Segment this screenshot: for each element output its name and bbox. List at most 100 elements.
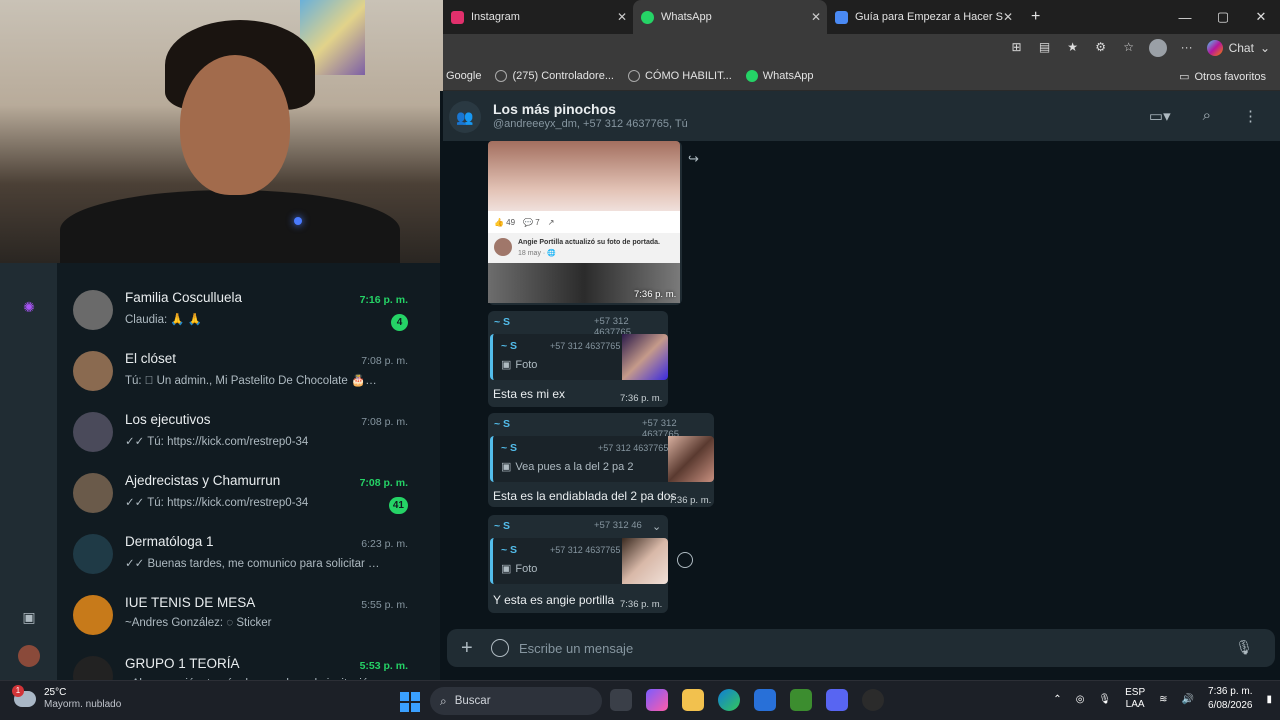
bookmark-whatsapp[interactable]: WhatsApp	[745, 70, 814, 82]
sender-phone: +57 312 46	[594, 520, 642, 531]
reply-message[interactable]: ~ S +57 312 4637765 ~ S +57 312 4637765 …	[488, 413, 714, 507]
tab-guide[interactable]: Guía para Empezar a Hacer Stream ✕	[827, 0, 1019, 34]
message-text: Esta es mi ex	[493, 387, 566, 401]
cloud-icon: 1	[12, 685, 36, 707]
bookmark-label: Google	[446, 70, 482, 82]
new-tab-button[interactable]: +	[1023, 0, 1053, 34]
chat-list-item[interactable]: GRUPO 1 TEORÍA5:53 p. m.~Alex se unió a …	[57, 646, 440, 680]
file-explorer-icon[interactable]	[682, 689, 704, 711]
store-icon[interactable]	[754, 689, 776, 711]
chat-name: IUE TENIS DE MESA	[125, 595, 256, 610]
language-indicator[interactable]: ESP LAA	[1125, 687, 1145, 711]
sender-name: ~ S	[494, 418, 511, 430]
notification-badge: 1	[12, 685, 24, 697]
chat-avatar	[73, 534, 113, 574]
task-view-icon[interactable]	[610, 689, 632, 711]
clock-time: 7:36 p. m.	[1208, 686, 1253, 697]
microphone-icon[interactable]: 🎙	[1098, 694, 1111, 705]
search-label: Buscar	[454, 695, 491, 707]
close-tab-icon[interactable]: ✕	[617, 10, 627, 24]
weather-widget[interactable]: 1 25°C Mayorm. nublado	[12, 685, 122, 711]
profile-avatar[interactable]	[1148, 39, 1167, 57]
profile-avatar[interactable]	[18, 645, 40, 667]
favorite-star-icon[interactable]: ★	[1065, 40, 1081, 56]
message-composer: + Escribe un mensaje 🎙	[443, 625, 1280, 680]
discord-icon[interactable]	[826, 689, 848, 711]
photo[interactable]	[488, 141, 680, 211]
bookmark-google[interactable]: Google	[446, 70, 481, 82]
taskbar-apps	[610, 689, 884, 711]
extensions-icon[interactable]: ⚙	[1093, 40, 1109, 56]
media-icon[interactable]: ▣	[20, 609, 38, 627]
other-bookmarks[interactable]: ▭ Otros favoritos	[1179, 70, 1266, 84]
reply-message[interactable]: ~ S +57 312 46 ⌄ ~ S +57 312 4637765 ▣ Fo…	[488, 515, 668, 613]
message-time: 7:36 p. m.	[620, 599, 663, 610]
image-message[interactable]: 👍 49 💬 7 ↗ Angie Portilla actualizó su f…	[488, 141, 682, 305]
weather-description: Mayorm. nublado	[44, 699, 122, 710]
chat-name: Los ejecutivos	[125, 412, 211, 427]
chat-list-item[interactable]: Dermatóloga 1 6:23 p. m. ✓✓ Buenas tardes,…	[57, 524, 440, 585]
close-window-button[interactable]: ✕	[1242, 9, 1280, 25]
attach-plus-icon[interactable]: +	[461, 637, 473, 660]
quoted-text: Vea pues a la del 2 pa 2	[515, 460, 634, 473]
copilot-app-icon[interactable]	[646, 689, 668, 711]
tab-instagram[interactable]: Instagram ✕	[443, 0, 633, 34]
chat-list-item[interactable]: Familia Cosculluela 7:16 p. m. Claudia: 🙏 …	[57, 280, 440, 341]
maximize-button[interactable]: ▢	[1204, 9, 1242, 25]
taskbar-search[interactable]: ⌕ Buscar	[430, 687, 602, 715]
clock[interactable]: 7:36 p. m. 6/08/2026	[1208, 685, 1253, 713]
chat-time: 7:08 p. m.	[361, 355, 408, 367]
forward-icon[interactable]: ↪	[688, 151, 699, 167]
lang-code: ESP	[1125, 687, 1146, 698]
close-tab-icon[interactable]: ✕	[811, 10, 821, 24]
chat-list-item[interactable]: IUE TENIS DE MESA 5:55 p. m. ~Andres Gonzá…	[57, 585, 440, 646]
meta-ai-icon[interactable]: ✺	[20, 299, 38, 317]
more-menu-icon[interactable]: ···	[1179, 40, 1195, 56]
reading-view-icon[interactable]: ▤	[1037, 40, 1053, 56]
quoted-text: Foto	[515, 562, 538, 575]
start-button[interactable]	[400, 692, 420, 712]
globe-icon	[627, 70, 640, 82]
wifi-icon[interactable]: ≋	[1159, 694, 1167, 705]
group-avatar-icon[interactable]: 👥	[449, 101, 481, 133]
video-call-icon[interactable]: ▭▾	[1149, 107, 1171, 125]
copilot-chat-button[interactable]: Chat ⌄	[1206, 40, 1270, 56]
chevron-up-icon[interactable]: ⌃	[1053, 694, 1061, 705]
microphone-icon[interactable]: 🎙	[1235, 639, 1253, 656]
collections-icon[interactable]: ☆	[1121, 40, 1137, 56]
bookmark-como-habilit[interactable]: CÓMO HABILIT...	[627, 70, 732, 82]
apps-icon[interactable]: ⊞	[1009, 40, 1025, 56]
minimize-button[interactable]: —	[1166, 10, 1204, 25]
close-tab-icon[interactable]: ✕	[1002, 10, 1013, 24]
quoted-message[interactable]: ~ S +57 312 4637765 ▣ Foto	[490, 538, 668, 584]
conversation-header[interactable]: 👥 Los más pinochos @andreeeyx_dm, +57 31…	[443, 91, 1280, 141]
search-icon[interactable]: ⌕	[1203, 107, 1211, 125]
message-time: 7:36 p. m.	[634, 289, 677, 300]
minecraft-icon[interactable]	[790, 689, 812, 711]
quoted-message[interactable]: ~ S +57 312 4637765 ▣ Vea pues a la del 2…	[490, 436, 714, 482]
obs-icon[interactable]	[862, 689, 884, 711]
reply-message[interactable]: ~ S +57 312 4637765 ~ S +57 312 4637765 …	[488, 311, 668, 407]
quoted-thumbnail	[622, 334, 668, 380]
edge-icon[interactable]	[718, 689, 740, 711]
emoji-reaction-icon[interactable]	[677, 552, 693, 568]
bookmark-controladores[interactable]: (275) Controladore...	[495, 70, 614, 82]
message-input[interactable]: Escribe un mensaje	[519, 641, 633, 656]
quoted-message[interactable]: ~ S +57 312 4637765 ▣ Foto	[490, 334, 668, 380]
chat-last-message: Claudia: 🙏 🙏	[125, 314, 203, 326]
chat-list-item[interactable]: Ajedrecistas y Chamurrun 7:08 p. m. ✓✓ Tú:…	[57, 463, 440, 524]
chevron-down-icon[interactable]: ⌄	[652, 520, 661, 533]
sticker-icon[interactable]	[491, 639, 509, 657]
chat-list-item[interactable]: Los ejecutivos 7:08 p. m. ✓✓ Tú: https://k…	[57, 402, 440, 463]
quoted-text: Foto	[515, 358, 538, 371]
tab-whatsapp[interactable]: WhatsApp ✕	[633, 0, 827, 34]
network-app-icon[interactable]: ◎	[1076, 694, 1085, 705]
menu-icon[interactable]: ⋮	[1243, 107, 1258, 125]
volume-icon[interactable]: 🔊	[1182, 694, 1194, 705]
chat-list-item[interactable]: El clóset 7:08 p. m. Tú: ⃠ Un admin., Mi P…	[57, 341, 440, 402]
browser-toolbar: ⊞ ▤ ★ ⚙ ☆ ··· Chat ⌄	[443, 34, 1280, 62]
notifications-icon[interactable]: ▮	[1266, 694, 1272, 705]
composer-box: + Escribe un mensaje 🎙	[447, 629, 1275, 667]
message-text: Esta es la endiablada del 2 pa dos	[493, 489, 677, 503]
quoted-content: ▣ Foto	[501, 562, 538, 576]
